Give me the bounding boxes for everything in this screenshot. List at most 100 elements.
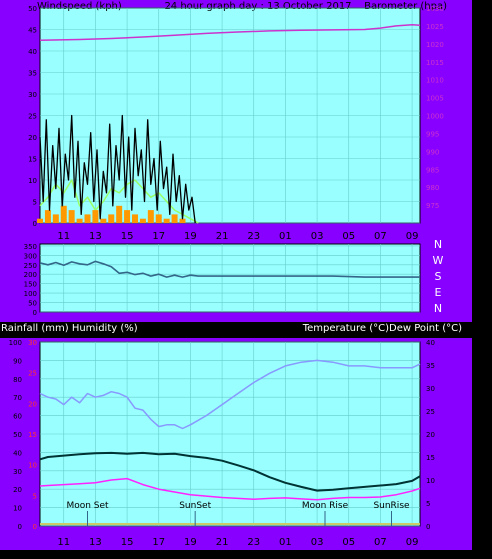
temp-tick-label: 5: [426, 500, 430, 508]
annotation-label: Moon Rise: [302, 501, 349, 511]
baro-tick-label: 995: [426, 130, 439, 138]
humidity-tick-label: 40: [13, 449, 22, 457]
x-tick-label: 07: [374, 231, 387, 242]
average-bar: [124, 210, 131, 223]
humidity-tick-label: 10: [13, 505, 22, 513]
baro-tick-label: 1020: [426, 41, 444, 49]
wind-tick-label: 25: [28, 113, 37, 121]
humidity-tick-label: 90: [13, 357, 22, 365]
x-tick-label: 21: [216, 231, 229, 242]
rain-tick-label: 0: [33, 523, 37, 531]
wind-tick-label: 10: [28, 177, 37, 185]
x-tick-label: 13: [89, 537, 102, 548]
wind-tick-label: 40: [28, 48, 37, 56]
weather-graph: Windspeed (kph) 24 hour graph day : 13 O…: [0, 0, 492, 555]
average-bar: [147, 210, 154, 223]
direction-tick-label: 0: [33, 309, 37, 317]
average-bar: [108, 214, 115, 223]
temp-tick-label: 15: [426, 454, 435, 462]
average-bar: [92, 210, 99, 223]
rain-tick-label: 20: [28, 400, 37, 408]
temp-tick-label: 20: [426, 431, 435, 439]
wind-tick-label: 15: [28, 156, 37, 164]
baro-tick-label: 1025: [426, 23, 444, 31]
x-tick-label: 01: [279, 537, 292, 548]
average-bar: [68, 210, 75, 223]
compass-label: W: [433, 254, 444, 267]
rain-tick-label: 5: [33, 492, 37, 500]
humidity-tick-label: 100: [9, 339, 22, 347]
direction-tick-label: 250: [24, 262, 37, 270]
direction-plot-area: [39, 243, 421, 313]
humidity-tick-label: 20: [13, 486, 22, 494]
average-bar: [171, 214, 178, 223]
rain-tick-label: 15: [28, 431, 37, 439]
average-bar: [155, 214, 162, 223]
direction-tick-label: 300: [24, 252, 37, 260]
compass-label: E: [435, 286, 442, 299]
baro-tick-label: 1005: [426, 95, 444, 103]
compass-label: N: [434, 302, 442, 315]
direction-tick-label: 50: [28, 300, 37, 308]
humidity-tick-label: 60: [13, 413, 22, 421]
humidity-tick-label: 70: [13, 394, 22, 402]
average-bar: [60, 205, 67, 223]
average-bar: [76, 218, 83, 223]
wind-tick-label: 20: [28, 134, 37, 142]
humidity-tick-label: 80: [13, 376, 22, 384]
x-tick-label: 11: [57, 537, 70, 548]
x-tick-label: 23: [247, 537, 260, 548]
x-tick-label: 11: [57, 231, 70, 242]
baro-tick-label: 1010: [426, 77, 444, 85]
temp-tick-label: 10: [426, 477, 435, 485]
rain-tick-label: 25: [28, 370, 37, 378]
x-tick-label: 03: [311, 231, 324, 242]
x-tick-label: 05: [342, 231, 355, 242]
wind-tick-label: 50: [28, 5, 37, 13]
x-tick-label: 03: [311, 537, 324, 548]
wind-tick-label: 0: [33, 220, 37, 228]
annotation-label: Moon Set: [66, 501, 109, 511]
average-bar: [84, 214, 91, 223]
average-bar: [52, 214, 59, 223]
wind-tick-label: 35: [28, 70, 37, 78]
temp-tick-label: 40: [426, 339, 435, 347]
baro-tick-label: 1000: [426, 113, 444, 121]
temp-dewpoint-axis-title: Temperature (°C)Dew Point (°C): [302, 323, 462, 334]
average-bar: [37, 218, 43, 223]
graph-title: 24 hour graph day : 13 October 2017: [164, 1, 351, 12]
humidity-tick-label: 0: [18, 523, 22, 531]
x-tick-label: 21: [216, 537, 229, 548]
wind-tick-label: 45: [28, 27, 37, 35]
x-tick-label: 19: [184, 231, 197, 242]
wind-tick-label: 30: [28, 91, 37, 99]
x-tick-label: 09: [406, 537, 419, 548]
humidity-tick-label: 50: [13, 431, 22, 439]
x-tick-label: 09: [406, 231, 419, 242]
x-tick-label: 17: [152, 537, 165, 548]
average-bar: [116, 205, 123, 223]
compass-label: N: [434, 238, 442, 251]
windspeed-axis-title: Windspeed (kph): [37, 1, 122, 12]
baro-tick-label: 975: [426, 202, 439, 210]
rain-tick-label: 30: [28, 339, 37, 347]
annotation-label: SunRise: [373, 501, 410, 511]
x-tick-label: 15: [121, 537, 134, 548]
temp-tick-label: 25: [426, 408, 435, 416]
x-tick-label: 17: [152, 231, 165, 242]
x-tick-label: 07: [374, 537, 387, 548]
average-bar: [139, 218, 146, 223]
direction-tick-label: 350: [24, 243, 37, 251]
rain-tick-label: 10: [28, 462, 37, 470]
direction-tick-label: 150: [24, 281, 37, 289]
baro-tick-label: 1030: [426, 5, 444, 13]
baro-tick-label: 1015: [426, 59, 444, 67]
temp-tick-label: 30: [426, 385, 435, 393]
wind-tick-label: 5: [33, 199, 37, 207]
annotation-label: SunSet: [179, 501, 211, 511]
direction-tick-label: 200: [24, 271, 37, 279]
average-bar: [44, 210, 51, 223]
baro-tick-label: 990: [426, 148, 439, 156]
average-bar: [163, 218, 170, 223]
weather-graph-svg: Windspeed (kph) 24 hour graph day : 13 O…: [0, 0, 492, 555]
